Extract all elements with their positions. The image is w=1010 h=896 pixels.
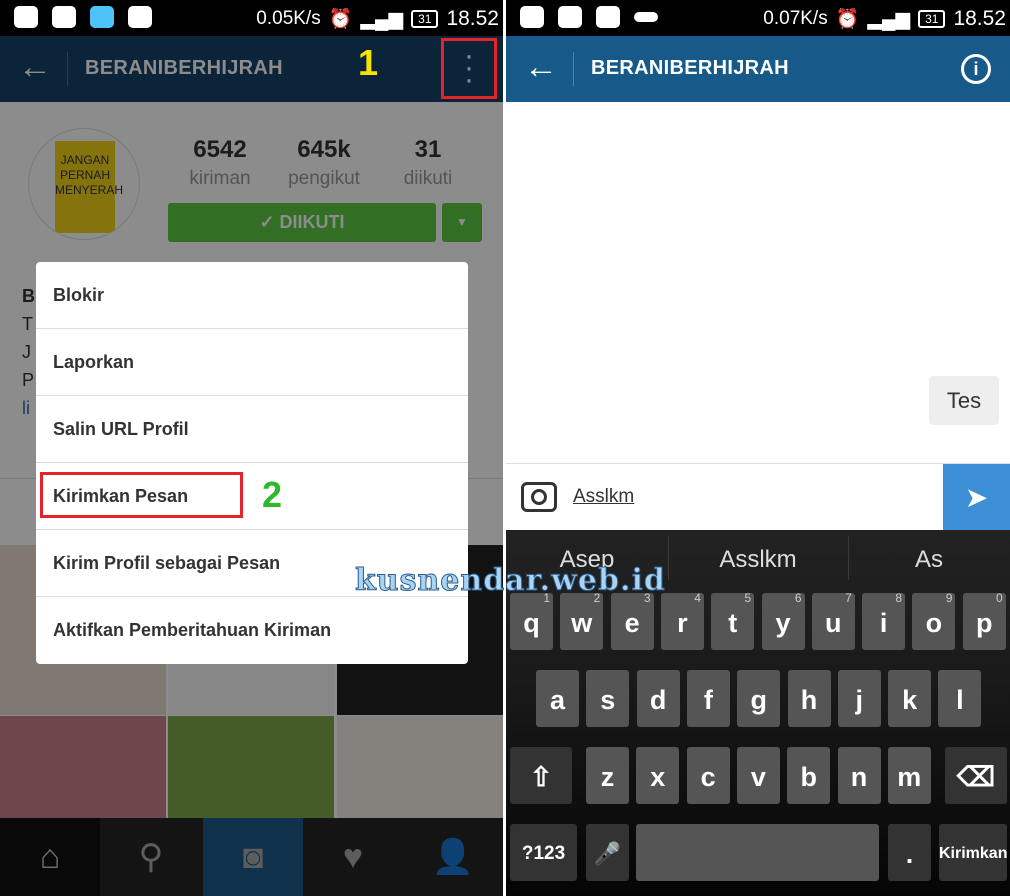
menu-item-report[interactable]: Laporkan [36, 329, 468, 396]
composer: Asslkm ➤ [506, 463, 1010, 531]
key-u[interactable]: u7 [811, 591, 855, 650]
back-arrow-icon[interactable]: ← [524, 50, 558, 84]
key-q[interactable]: q1 [510, 591, 553, 650]
key-o[interactable]: o9 [912, 591, 956, 650]
keyboard-icon [634, 12, 658, 22]
add-icon [520, 6, 544, 28]
key-y[interactable]: y6 [761, 591, 805, 650]
right-screen: 0.07K/s ⏰ ▂▄▆ 31 18.52 ← BERANIBERHIJRAH i T… [506, 0, 1010, 896]
annotation-1: 1 [358, 42, 379, 83]
annotation-2: 2 [262, 474, 283, 515]
key-g[interactable]: g [737, 670, 781, 727]
key-x[interactable]: x [636, 747, 680, 804]
suggestion[interactable]: Asslkm [668, 546, 848, 574]
space-key[interactable] [636, 824, 879, 881]
message-input[interactable]: Asslkm [573, 486, 634, 508]
chat-title: BERANIBERHIJRAH [591, 57, 789, 79]
key-h[interactable]: h [787, 670, 831, 727]
status-bar: 0.05K/s ⏰ ▂▄▆ 31 18.52 [0, 0, 503, 36]
battery-icon: 31 [918, 10, 946, 28]
key-l[interactable]: l [938, 670, 982, 727]
key-k[interactable]: k [888, 670, 932, 727]
key-n[interactable]: n [837, 747, 881, 804]
key-m[interactable]: m [887, 747, 931, 804]
backspace-key-icon[interactable]: ⌫ [945, 747, 1007, 804]
bbm-icon [596, 6, 620, 28]
key-d[interactable]: d [636, 670, 680, 727]
shift-key-icon[interactable]: ⇧ [510, 747, 572, 804]
alarm-icon: ⏰ [328, 9, 353, 30]
chat-header: ← BERANIBERHIJRAH i [506, 36, 1010, 102]
key-a[interactable]: a [536, 670, 579, 727]
key-p[interactable]: p0 [962, 591, 1006, 650]
symbols-key[interactable]: ?123 [510, 824, 577, 881]
left-screen: 0.05K/s ⏰ ▂▄▆ 31 18.52 ← BERANIBERHIJRAH · · ·… [0, 0, 503, 896]
key-j[interactable]: j [837, 670, 881, 727]
key-c[interactable]: c [686, 747, 730, 804]
shield-icon [90, 6, 114, 28]
key-z[interactable]: z [586, 747, 629, 804]
menu-item-copy-url[interactable]: Salin URL Profil [36, 396, 468, 463]
divider [573, 52, 574, 86]
key-s[interactable]: s [586, 670, 630, 727]
menu-item-block[interactable]: Blokir [36, 262, 468, 329]
battery-icon: 31 [411, 10, 439, 28]
info-icon[interactable]: i [961, 54, 991, 84]
key-v[interactable]: v [736, 747, 780, 804]
suggestion[interactable]: As [848, 546, 1010, 574]
highlight-box [441, 38, 497, 99]
send-action-key[interactable]: Kirimkan [939, 824, 1007, 881]
clock: 18.52 [953, 7, 1006, 30]
watermark-logo: kusnendar.web.id [355, 563, 666, 599]
net-speed: 0.07K/s [763, 8, 828, 29]
message-bubble[interactable]: Tes [929, 376, 999, 425]
bbm-icon [52, 6, 76, 28]
highlight-box [40, 472, 243, 518]
key-e[interactable]: e3 [610, 591, 654, 650]
menu-item-post-notifications[interactable]: Aktifkan Pemberitahuan Kiriman [36, 597, 468, 664]
bbm-icon [558, 6, 582, 28]
key-i[interactable]: i8 [862, 591, 906, 650]
camera-icon[interactable] [521, 482, 557, 512]
period-key[interactable]: . [888, 824, 931, 881]
key-b[interactable]: b [787, 747, 831, 804]
alarm-icon: ⏰ [835, 9, 860, 30]
status-bar: 0.07K/s ⏰ ▂▄▆ 31 18.52 [506, 0, 1010, 36]
clock: 18.52 [446, 7, 499, 30]
key-r[interactable]: r4 [660, 591, 704, 650]
key-f[interactable]: f [686, 670, 730, 727]
signal-icon: ▂▄▆ [360, 8, 404, 30]
mic-key-icon[interactable]: 🎤 [586, 824, 629, 881]
send-button[interactable]: ➤ [943, 464, 1010, 531]
key-t[interactable]: t5 [711, 591, 755, 650]
app-icon [128, 6, 152, 28]
signal-icon: ▂▄▆ [867, 8, 911, 30]
net-speed: 0.05K/s [256, 8, 321, 29]
options-menu: Blokir Laporkan Salin URL Profil Kirimka… [36, 262, 468, 664]
key-w[interactable]: w2 [560, 591, 604, 650]
bbm-icon [14, 6, 38, 28]
